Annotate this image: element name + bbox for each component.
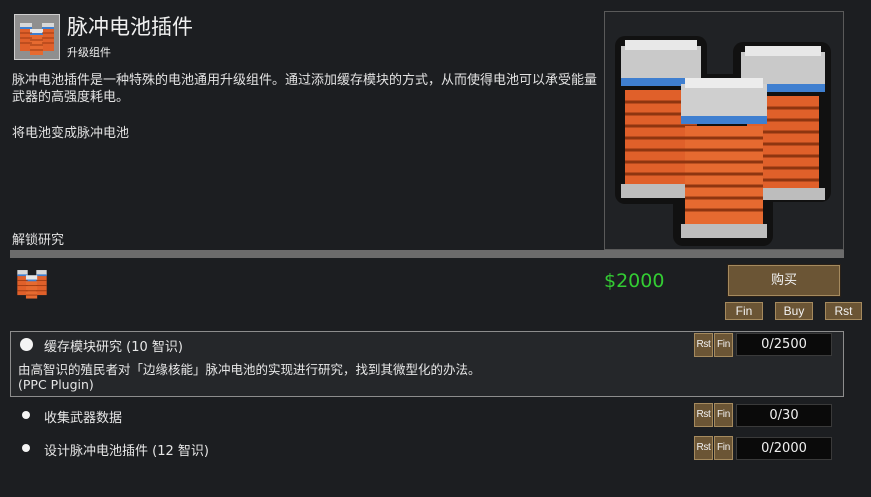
research-project-tag: (PPC Plugin) — [18, 377, 94, 392]
battery-coils-large-icon — [615, 36, 831, 246]
project-finish-button[interactable]: Fin — [714, 436, 733, 460]
battery-coils-icon — [20, 23, 54, 55]
project-progress-counter: 0/2500 — [736, 333, 832, 356]
item-effect: 将电池变成脉冲电池 — [12, 126, 130, 141]
unlock-research-label: 解锁研究 — [12, 233, 65, 248]
unlock-progress-bar — [10, 250, 844, 258]
project-finish-button[interactable]: Fin — [714, 333, 733, 357]
project-reset-button[interactable]: Rst — [694, 333, 713, 357]
project-finish-button[interactable]: Fin — [714, 403, 733, 427]
project-bullet — [20, 338, 33, 351]
research-project-label[interactable]: 设计脉冲电池插件 (12 智识) — [44, 440, 209, 459]
battery-coils-small-icon — [13, 264, 51, 302]
debug-reset-button[interactable]: Rst — [825, 302, 862, 320]
project-progress-counter: 0/2000 — [736, 437, 832, 460]
page-title: 脉冲电池插件 — [67, 15, 193, 39]
item-description: 脉冲电池插件是一种特殊的电池通用升级组件。通过添加缓存模块的方式，从而使得电池可… — [12, 73, 598, 105]
project-progress-counter: 0/30 — [736, 404, 832, 427]
project-reset-button[interactable]: Rst — [694, 436, 713, 460]
buy-button[interactable]: 购买 — [727, 264, 841, 297]
research-project-label[interactable]: 收集武器数据 — [44, 407, 122, 426]
header-item-icon — [14, 14, 60, 60]
research-project-label: 缓存模块研究 (10 智识) — [44, 340, 183, 355]
page-subtitle: 升级组件 — [67, 46, 111, 59]
project-bullet — [22, 411, 30, 419]
price-label: $2000 — [604, 270, 665, 292]
item-preview-image — [604, 11, 844, 250]
project-bullet — [22, 444, 30, 452]
research-project-description: 由高智识的殖民者对「边缘核能」脉冲电池的实现进行研究，找到其微型化的办法。 — [18, 362, 481, 377]
project-reset-button[interactable]: Rst — [694, 403, 713, 427]
debug-finish-button[interactable]: Fin — [725, 302, 763, 320]
debug-buy-button[interactable]: Buy — [775, 302, 813, 320]
